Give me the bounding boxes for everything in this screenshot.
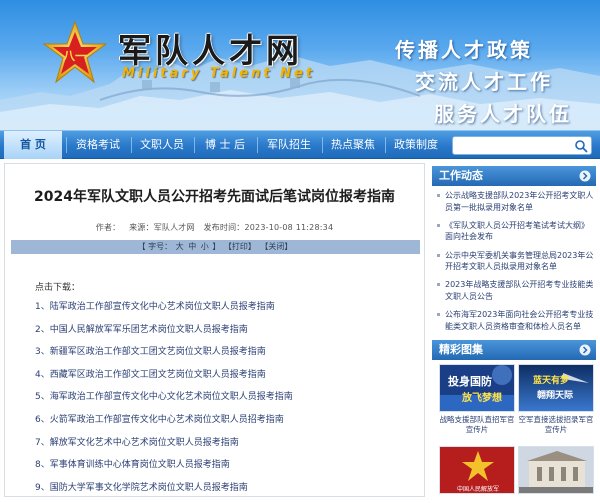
font-size-label: 字号：: [148, 242, 172, 251]
download-link[interactable]: 3、新疆军区政治工作部文工团文艺岗位文职人员报考指南: [35, 345, 420, 368]
main-nav: 首 页 资格考试 文职人员 博 士 后 军队招生 热点聚焦 政策制度: [0, 130, 600, 159]
air-force-poster-image: 蓝天有梦 翱翔天际: [519, 365, 594, 412]
search-box: [452, 136, 592, 155]
nav-divider: [66, 137, 67, 153]
nav-item-postdoc[interactable]: 博 士 后: [196, 131, 254, 159]
nav-divider: [131, 137, 132, 153]
news-item-text: 公示中央军委机关事务管理总局2023年公开招考文职人员拟录用对象名单: [445, 251, 593, 272]
bullet-icon: [437, 224, 440, 227]
nav-divider: [194, 137, 195, 153]
gallery-header: 精彩图集: [432, 340, 596, 360]
strategic-support-poster-image: 投身国防 放飞梦想: [440, 365, 515, 412]
gallery-thumbnail: [518, 446, 594, 494]
source-label: 来源：军队人才网: [129, 223, 195, 232]
nav-divider: [322, 137, 323, 153]
download-link[interactable]: 4、西藏军区政治工作部文工团文艺岗位文职人员报考指南: [35, 368, 420, 391]
bullet-icon: [437, 254, 440, 257]
print-link[interactable]: 【打印】: [224, 242, 256, 251]
download-link[interactable]: 7、解放军文化艺术中心艺术岗位文职人员报考指南: [35, 436, 420, 459]
download-link[interactable]: 1、陆军政治工作部宣传文化中心艺术岗位文职人员报考指南: [35, 300, 420, 323]
author-label: 作者：: [96, 223, 121, 232]
building-photo-image: [519, 447, 594, 494]
gallery-item[interactable]: 投身国防 放飞梦想 战略支援部队直招军官宣传片: [439, 364, 515, 435]
nav-item-civilian-staff[interactable]: 文职人员: [133, 131, 191, 159]
font-size-small-link[interactable]: 小: [201, 242, 209, 251]
nav-divider: [385, 137, 386, 153]
news-item[interactable]: 公布海军2023年面向社会公开招考专业技能类文职人员资格审查和体检人员名单: [434, 309, 596, 332]
gallery-item[interactable]: 蓝天有梦 翱翔天际 空军直接选拔招录军官宣传片: [518, 364, 594, 435]
nav-divider: [257, 137, 258, 153]
font-size-close-bracket: 】: [212, 242, 220, 251]
pla-emblem-poster-image: 中国人民解放军: [440, 447, 515, 494]
svg-text:八一: 八一: [62, 49, 87, 63]
nav-item-military-admission[interactable]: 军队招生: [259, 131, 319, 159]
bullet-icon: [437, 283, 440, 286]
poster-text: 中国人民解放军: [457, 485, 499, 493]
news-item[interactable]: 公示中央军委机关事务管理总局2023年公开招考文职人员拟录用对象名单: [434, 250, 596, 273]
article-title: 2024年军队文职人员公开招考先面试后笔试岗位报考指南: [5, 186, 424, 206]
download-link[interactable]: 2、中国人民解放军军乐团艺术岗位文职人员报考指南: [35, 323, 420, 346]
site-name-english: Military Talent Net: [122, 66, 315, 81]
site-banner: 八一 军队人才网 Military Talent Net 传播人才政策 交流人才…: [0, 0, 600, 130]
bullet-icon: [437, 194, 440, 197]
gallery-caption: 空军直接选拔招录军官宣传片: [518, 415, 594, 435]
font-size-large-link[interactable]: 大: [176, 242, 184, 251]
site-name: 军队人才网: [118, 24, 303, 72]
slogan-2: 交流人才工作: [415, 66, 553, 95]
download-link[interactable]: 8、军事体育训练中心体育岗位文职人员报考指南: [35, 458, 420, 481]
more-arrow-icon[interactable]: [579, 170, 591, 182]
poster-text: 投身国防: [448, 374, 492, 388]
gallery-title: 精彩图集: [439, 343, 483, 356]
news-item-text: 公布海军2023年面向社会公开招考专业技能类文职人员资格审查和体检人员名单: [445, 310, 593, 331]
bayi-star-emblem-icon: 八一: [42, 20, 108, 86]
more-arrow-icon[interactable]: [579, 344, 591, 356]
news-item-text: 《军队文职人员公开招考笔试考试大纲》面向社会发布: [445, 221, 589, 242]
nav-item-hot-topics[interactable]: 热点聚焦: [324, 131, 382, 159]
gallery-caption: 战略支援部队直招军官宣传片: [439, 415, 515, 435]
download-link[interactable]: 9、国防大学军事文化学院艺术岗位文职人员报考指南: [35, 481, 420, 503]
gallery-item[interactable]: 中国人民解放军: [439, 446, 515, 494]
news-item[interactable]: 公示战略支援部队2023年公开招考文职人员第一批拟录用对象名单: [434, 190, 596, 213]
news-item-text: 公示战略支援部队2023年公开招考文职人员第一批拟录用对象名单: [445, 191, 593, 212]
download-link[interactable]: 6、火箭军政治工作部宣传文化中心艺术岗位文职人员招考指南: [35, 413, 420, 436]
gallery-thumbnail: 蓝天有梦 翱翔天际: [518, 364, 594, 412]
publish-time: 发布时间：2023-10-08 11:28:34: [203, 223, 333, 232]
poster-text: 放飞梦想: [461, 391, 502, 404]
gallery-item[interactable]: [518, 446, 594, 494]
gallery-thumbnail: 投身国防 放飞梦想: [439, 364, 515, 412]
close-link[interactable]: 【关闭】: [260, 242, 292, 251]
article-panel: 2024年军队文职人员公开招考先面试后笔试岗位报考指南 作者： 来源：军队人才网…: [4, 163, 425, 497]
news-item[interactable]: 《军队文职人员公开招考笔试考试大纲》面向社会发布: [434, 220, 596, 243]
poster-text: 蓝天有梦: [533, 374, 570, 386]
gallery-grid: 投身国防 放飞梦想 战略支援部队直招军官宣传片 蓝天有梦 翱翔天际 空军直接: [434, 364, 596, 497]
work-news-header: 工作动态: [432, 166, 596, 186]
slogan-1: 传播人才政策: [395, 34, 533, 63]
font-size-medium-link[interactable]: 中: [188, 242, 196, 251]
news-item[interactable]: 2023年战略支援部队公开招考专业技能类文职人员公告: [434, 279, 596, 302]
work-news-list: 公示战略支援部队2023年公开招考文职人员第一批拟录用对象名单 《军队文职人员公…: [434, 190, 596, 332]
download-list: 1、陆军政治工作部宣传文化中心艺术岗位文职人员报考指南 2、中国人民解放军军乐团…: [35, 300, 420, 503]
gallery-thumbnail: 中国人民解放军: [439, 446, 515, 494]
search-input[interactable]: [453, 137, 571, 154]
bullet-icon: [437, 313, 440, 316]
article-meta: 作者： 来源：军队人才网 发布时间：2023-10-08 11:28:34: [5, 222, 424, 233]
download-link[interactable]: 5、海军政治工作部宣传文化中心文化艺术岗位文职人员报考指南: [35, 390, 420, 413]
work-news-title: 工作动态: [439, 169, 483, 182]
nav-item-home[interactable]: 首 页: [4, 131, 62, 159]
nav-item-policy[interactable]: 政策制度: [387, 131, 445, 159]
font-size-open-bracket: 【: [138, 242, 146, 251]
download-heading: 点击下载：: [35, 280, 80, 293]
nav-item-qualification-exam[interactable]: 资格考试: [68, 131, 128, 159]
article-toolbar: 【 字号： 大 中 小 】 【打印】 【关闭】: [11, 240, 420, 254]
magnifier-icon[interactable]: [574, 139, 588, 153]
news-item-text: 2023年战略支援部队公开招考专业技能类文职人员公告: [445, 280, 593, 301]
poster-text: 翱翔天际: [536, 389, 573, 401]
slogan-3: 服务人才队伍: [434, 98, 572, 127]
